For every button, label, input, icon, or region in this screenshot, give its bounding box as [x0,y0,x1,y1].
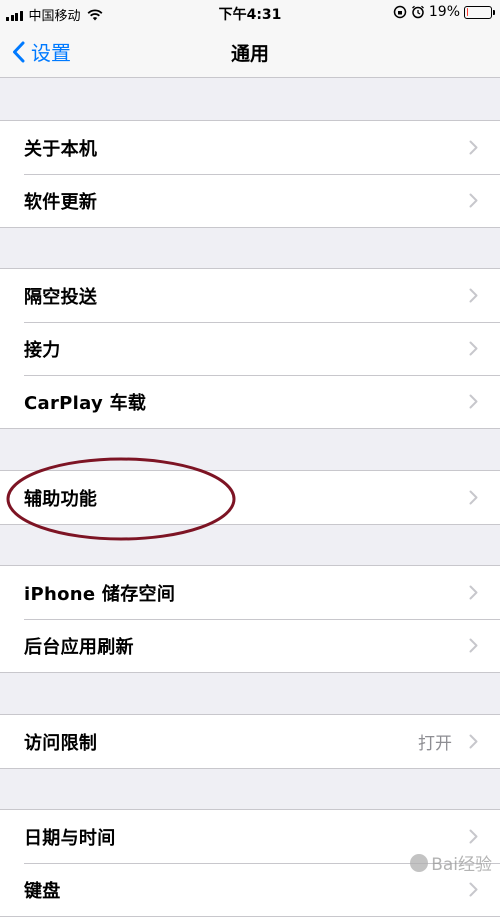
row-label: 关于本机 [24,138,98,160]
battery-level [466,8,469,16]
row-background-refresh[interactable]: 后台应用刷新 [0,619,500,672]
row-label: 后台应用刷新 [24,636,134,658]
row-iphone-storage[interactable]: iPhone 储存空间 [0,566,500,619]
row-accessibility[interactable]: 辅助功能 [0,471,500,524]
row-handoff[interactable]: 接力 [0,322,500,375]
status-bar: 中国移动 下午4:31 19% [0,0,500,28]
page-title: 通用 [230,43,269,65]
chevron-right-icon [469,734,478,749]
row-value: 打开 [418,734,452,754]
chevron-right-icon [469,638,478,653]
row-carplay[interactable]: CarPlay 车载 [0,375,500,428]
row-restrictions[interactable]: 访问限制 打开 [0,715,500,768]
chevron-right-icon [469,193,478,208]
watermark: Bai经验 [410,850,492,875]
navigation-bar: 设置 通用 [0,28,500,78]
status-right: 19% [393,4,495,20]
row-about[interactable]: 关于本机 [0,121,500,174]
chevron-right-icon [469,882,478,897]
settings-group-accessibility: 辅助功能 [0,470,500,525]
chevron-right-icon [469,394,478,409]
chevron-right-icon [469,341,478,356]
settings-group-connectivity: 隔空投送 接力 CarPlay 车载 [0,268,500,429]
settings-group-about: 关于本机 软件更新 [0,120,500,228]
row-label: 辅助功能 [24,488,98,510]
settings-group-storage: iPhone 储存空间 后台应用刷新 [0,565,500,673]
row-label: 软件更新 [24,191,98,213]
row-label: iPhone 储存空间 [24,583,176,605]
watermark-text: Bai经验 [431,855,492,875]
rotation-lock-icon [393,5,407,19]
battery-icon [464,5,495,19]
row-label: 日期与时间 [24,827,116,849]
row-airdrop[interactable]: 隔空投送 [0,269,500,322]
row-label: CarPlay 车载 [24,392,147,414]
row-software-update[interactable]: 软件更新 [0,174,500,227]
alarm-icon [411,5,424,19]
row-label: 键盘 [24,880,61,902]
paw-logo-icon [410,853,429,872]
row-label: 隔空投送 [24,286,98,308]
chevron-right-icon [469,288,478,303]
chevron-right-icon [469,490,478,505]
chevron-right-icon [469,829,478,844]
chevron-right-icon [469,140,478,155]
battery-percent: 19% [428,4,460,20]
chevron-right-icon [469,585,478,600]
settings-group-restrictions: 访问限制 打开 [0,714,500,769]
row-label: 接力 [24,339,61,361]
row-label: 访问限制 [24,732,98,754]
